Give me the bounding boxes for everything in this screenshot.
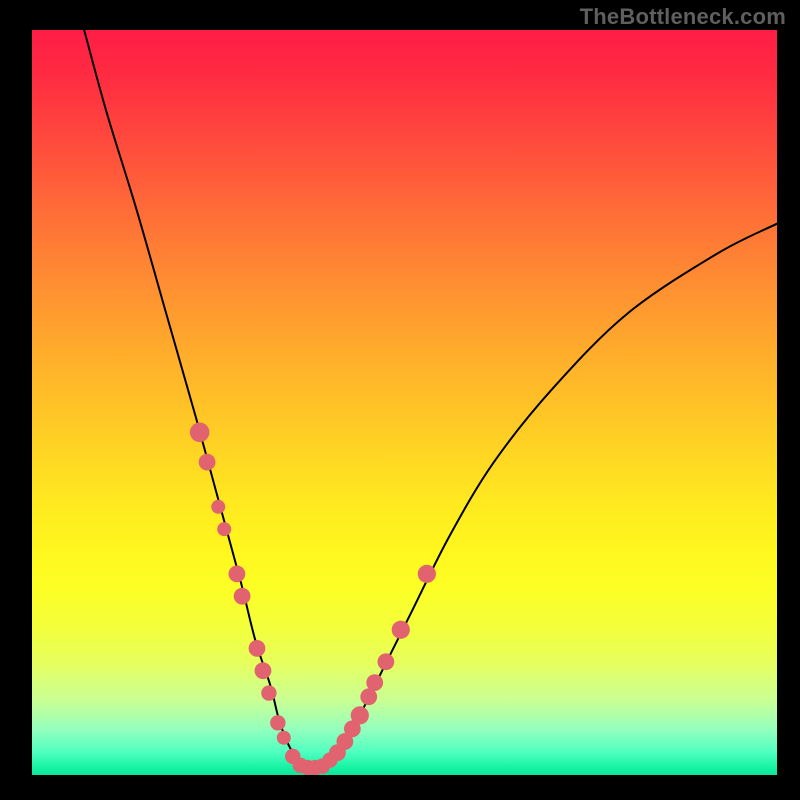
curve-marker (190, 423, 210, 443)
curve-marker (217, 522, 231, 536)
watermark-label: TheBottleneck.com (580, 4, 786, 30)
curve-marker (277, 731, 291, 745)
curve-marker (211, 500, 225, 514)
curve-marker (249, 640, 266, 657)
curve-marker (234, 588, 251, 605)
curve-marker (199, 454, 216, 471)
curve-marker (392, 621, 410, 639)
curve-marker (418, 565, 436, 583)
curve-marker (261, 685, 276, 700)
plot-area (32, 30, 777, 775)
curve-markers (190, 423, 436, 776)
curve-marker (255, 662, 272, 679)
curve-marker (351, 706, 369, 724)
chart-frame: TheBottleneck.com (0, 0, 800, 800)
bottleneck-curve-svg (32, 30, 777, 775)
curve-marker (366, 674, 383, 691)
curve-marker (270, 715, 285, 730)
curve-marker (228, 565, 245, 582)
bottleneck-curve-path (84, 30, 777, 768)
curve-marker (377, 653, 394, 670)
